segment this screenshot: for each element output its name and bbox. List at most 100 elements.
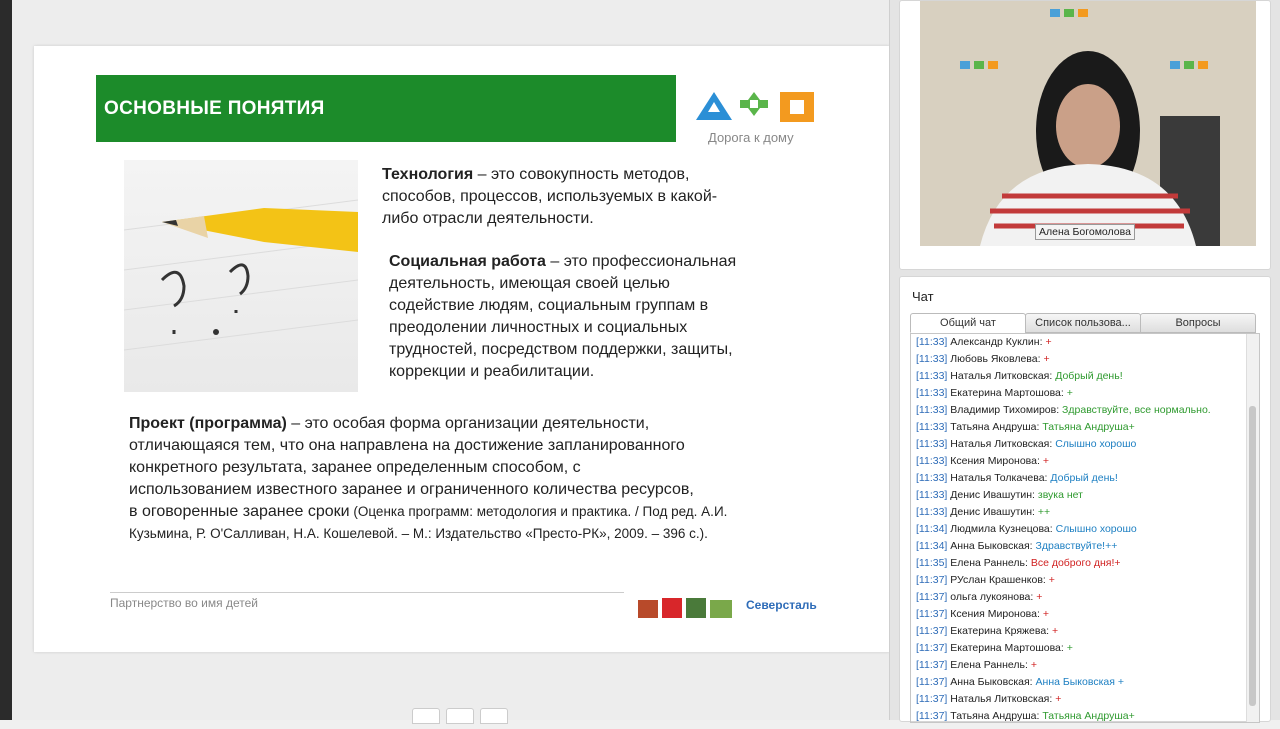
def-text: – это особая форма организации деятельно… — [286, 415, 650, 432]
message-user: Татьяна Андруша: — [950, 421, 1040, 433]
slides-icon[interactable] — [480, 708, 508, 724]
message-text: Здравствуйте!++ — [1035, 540, 1118, 552]
chat-message: [11:37] ольга лукоянова: + — [911, 589, 1259, 606]
message-user: Екатерина Мартошова: — [950, 387, 1064, 399]
chat-message: [11:37] Елена Раннель: + — [911, 657, 1259, 674]
chat-scrollbar[interactable] — [1246, 334, 1259, 722]
message-time: [11:37] — [916, 676, 948, 688]
message-user: Наталья Литковская: — [950, 370, 1053, 382]
message-time: [11:33] — [916, 472, 948, 484]
def-text: конкретного результата, заранее определе… — [129, 459, 581, 476]
message-user: Екатерина Мартошова: — [950, 642, 1064, 654]
pencil-question-image — [124, 160, 358, 392]
message-text: + — [1042, 608, 1049, 620]
message-time: [11:34] — [916, 523, 948, 535]
stage-toolbar — [412, 708, 514, 729]
message-user: Александр Куклин: — [950, 336, 1043, 348]
message-text: Слышно хорошо — [1055, 523, 1137, 535]
message-text: + — [1030, 659, 1037, 671]
chat-message: [11:37] Екатерина Кряжева: + — [911, 623, 1259, 640]
def-text: – это профессиональная — [545, 253, 737, 270]
presentation-stage: ОСНОВНЫЕ ПОНЯТИЯ Дорога к дому Технологи… — [12, 0, 890, 724]
message-user: Денис Ивашутин: — [950, 489, 1035, 501]
message-text: + — [1043, 353, 1050, 365]
tab-questions[interactable]: Вопросы — [1140, 313, 1256, 333]
message-user: Ксения Миронова: — [950, 608, 1040, 620]
message-text: + — [1036, 591, 1043, 603]
def-text: деятельность, имеющая своей целью — [389, 275, 670, 292]
message-text: Добрый день! — [1050, 472, 1118, 484]
message-user: Владимир Тихомиров: — [950, 404, 1060, 416]
message-text: ++ — [1037, 506, 1051, 518]
message-time: [11:35] — [916, 557, 948, 569]
chat-message: [11:37] Ксения Миронова: + — [911, 606, 1259, 623]
chat-message: [11:33] Татьяна Андруша: Татьяна Андруша… — [911, 419, 1259, 436]
zoom-out-icon[interactable] — [412, 708, 440, 724]
chat-message: [11:37] Екатерина Мартошова: + — [911, 640, 1259, 657]
def-text: коррекции и реабилитации. — [389, 363, 595, 380]
def-text: либо отрасли деятельности. — [382, 210, 594, 227]
message-user: Наталья Толкачева: — [950, 472, 1048, 484]
tab-user-list[interactable]: Список пользова... — [1025, 313, 1141, 333]
message-text: + — [1052, 625, 1059, 637]
message-user: Елена Раннель: — [950, 659, 1028, 671]
message-user: Екатерина Кряжева: — [950, 625, 1050, 637]
message-user: Ксения Миронова: — [950, 455, 1040, 467]
message-time: [11:37] — [916, 693, 948, 705]
chat-message: [11:33] Александр Куклин: + — [911, 334, 1259, 351]
message-user: Татьяна Андруша: — [950, 710, 1040, 722]
message-text: + — [1066, 642, 1073, 654]
chat-message: [11:37] РУслан Крашенков: + — [911, 572, 1259, 589]
zoom-in-icon[interactable] — [446, 708, 474, 724]
message-time: [11:33] — [916, 421, 948, 433]
def-text: – это совокупность методов, — [473, 166, 690, 183]
message-time: [11:34] — [916, 540, 948, 552]
chat-message: [11:33] Наталья Литковская: Добрый день! — [911, 368, 1259, 385]
slide: ОСНОВНЫЕ ПОНЯТИЯ Дорога к дому Технологи… — [34, 46, 890, 652]
message-text: + — [1042, 455, 1049, 467]
severstal-logo: Северсталь — [746, 598, 817, 612]
chat-message-list[interactable]: [11:33] Александр Куклин: + [11:33] Любов… — [910, 333, 1260, 723]
message-user: Анна Быковская: — [950, 540, 1033, 552]
scrollbar-thumb[interactable] — [1249, 406, 1256, 706]
message-user: Наталья Литковская: — [950, 693, 1053, 705]
slide-title: ОСНОВНЫЕ ПОНЯТИЯ — [104, 98, 325, 119]
chat-message: [11:33] Ксения Миронова: + — [911, 453, 1259, 470]
message-time: [11:33] — [916, 404, 948, 416]
message-user: Елена Раннель: — [950, 557, 1028, 569]
message-user: Людмила Кузнецова: — [950, 523, 1053, 535]
message-time: [11:33] — [916, 455, 948, 467]
message-time: [11:37] — [916, 608, 948, 620]
citation: (Оценка программ: методология и практика… — [349, 504, 728, 519]
message-text: Здравствуйте, все нормально. — [1062, 404, 1211, 416]
definition-technology: Технология – это совокупность методов, с… — [382, 164, 717, 230]
video-panel: Алена Богомолова — [899, 0, 1271, 270]
message-user: Денис Ивашутин: — [950, 506, 1035, 518]
message-time: [11:37] — [916, 625, 948, 637]
chat-message: [11:33] Наталья Литковская: Слышно хорош… — [911, 436, 1259, 453]
def-text: трудностей, посредством поддержки, защит… — [389, 341, 733, 358]
message-time: [11:33] — [916, 387, 948, 399]
message-text: + — [1066, 387, 1073, 399]
message-time: [11:33] — [916, 506, 948, 518]
slide-title-bar: ОСНОВНЫЕ ПОНЯТИЯ — [96, 75, 676, 142]
message-text: + — [1045, 336, 1052, 348]
speaker-name-tag: Алена Богомолова — [1035, 224, 1135, 240]
message-time: [11:33] — [916, 370, 948, 382]
def-text: в оговоренные заранее сроки — [129, 503, 350, 520]
def-text: содействие людям, социальным группам в — [389, 297, 709, 314]
chat-panel: Чат Общий чат Список пользова... Вопросы… — [899, 276, 1271, 723]
chat-message: [11:33] Владимир Тихомиров: Здравствуйте… — [911, 402, 1259, 419]
message-text: Слышно хорошо — [1055, 438, 1137, 450]
message-time: [11:37] — [916, 642, 948, 654]
speaker-video: Алена Богомолова — [920, 1, 1256, 246]
term-social-work: Социальная работа — [389, 253, 546, 270]
chat-message: [11:37] Анна Быковская: Анна Быковская + — [911, 674, 1259, 691]
tab-general-chat[interactable]: Общий чат — [910, 313, 1026, 333]
message-user: Любовь Яковлева: — [950, 353, 1041, 365]
message-text: звука нет — [1037, 489, 1083, 501]
message-text: Все доброго дня!+ — [1030, 557, 1121, 569]
chat-message: [11:33] Любовь Яковлева: + — [911, 351, 1259, 368]
chat-message: [11:33] Денис Ивашутин: звука нет — [911, 487, 1259, 504]
message-text: Добрый день! — [1055, 370, 1123, 382]
